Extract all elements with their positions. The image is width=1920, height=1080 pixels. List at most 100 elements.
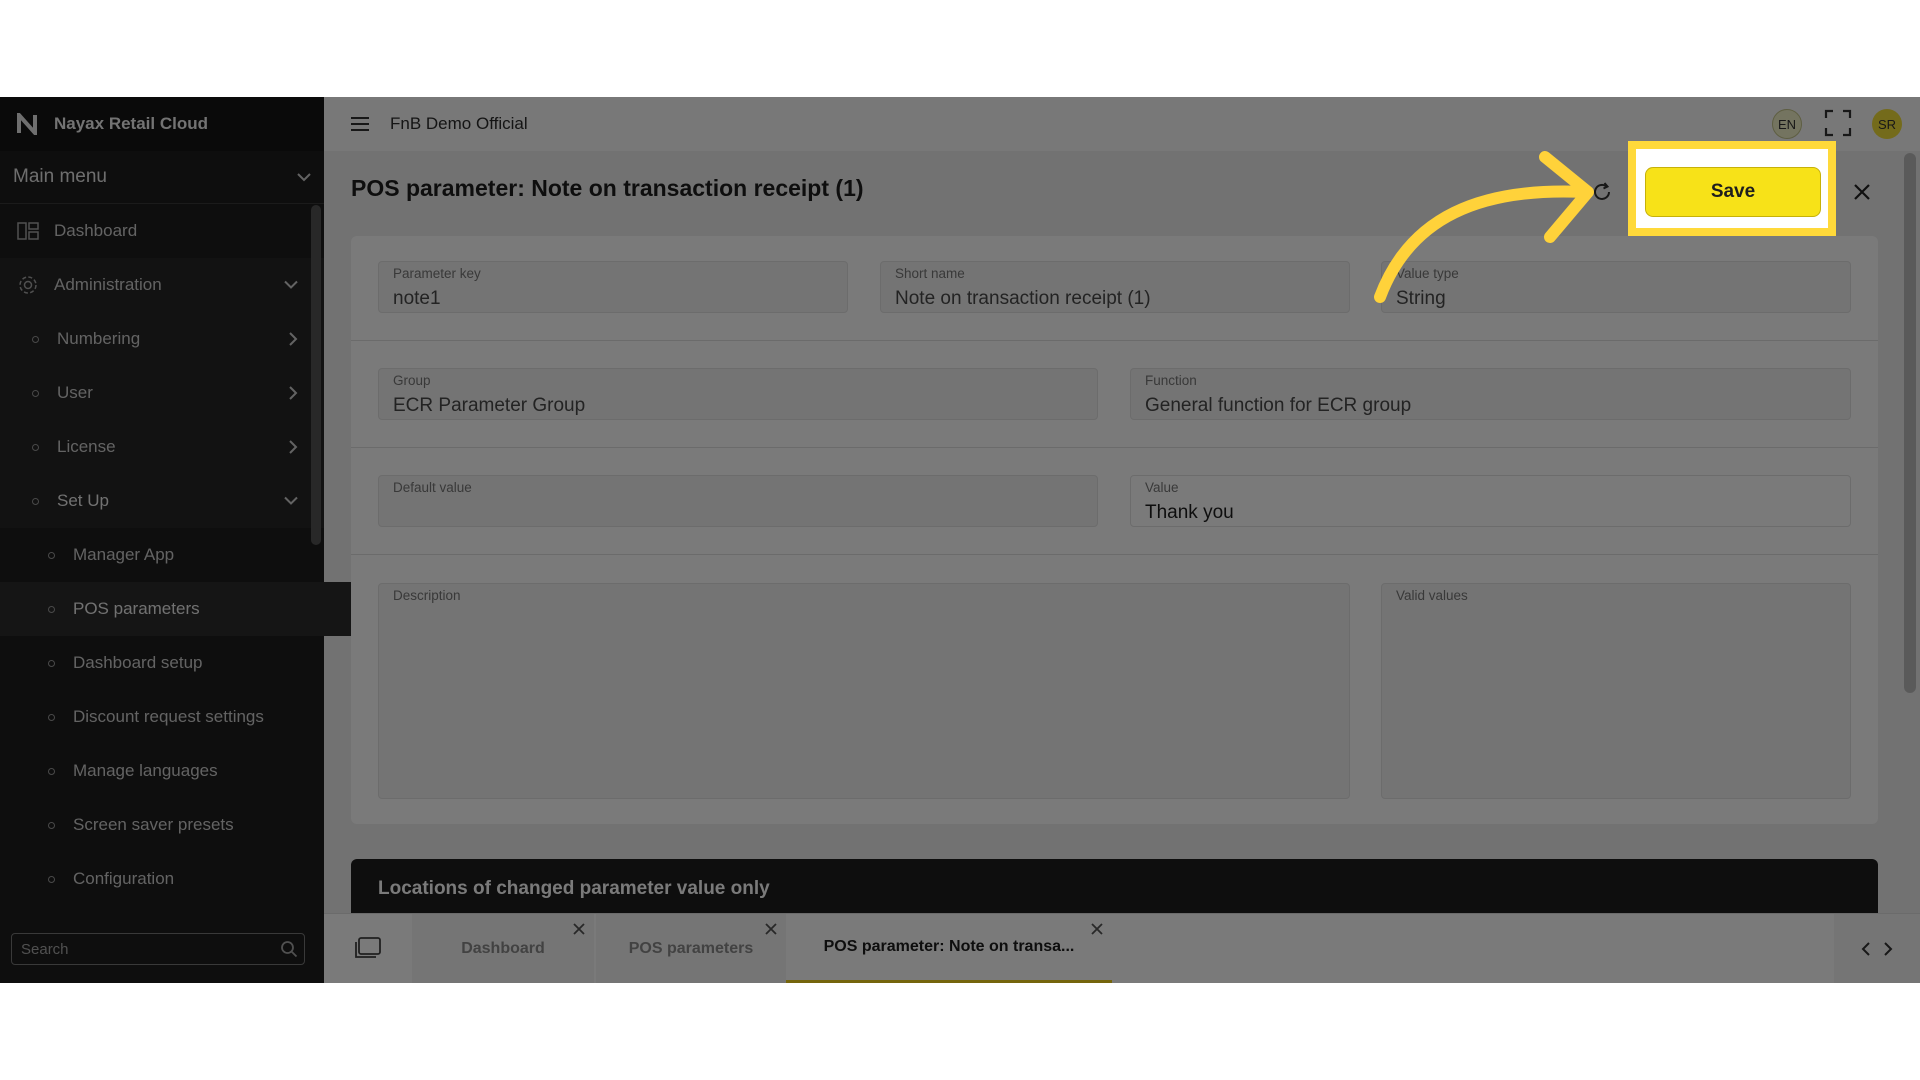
- form-divider: [351, 340, 1878, 341]
- function-field[interactable]: Function General function for ECR group: [1130, 368, 1851, 420]
- tab-dashboard[interactable]: Dashboard: [412, 914, 594, 983]
- chevron-down-icon: [284, 280, 298, 289]
- gear-icon: [19, 276, 37, 294]
- form-divider: [351, 447, 1878, 448]
- sidebar-item-manager-app[interactable]: Manager App: [0, 528, 324, 582]
- description-field[interactable]: Description: [378, 583, 1350, 799]
- main-scrollbar[interactable]: [1904, 153, 1916, 693]
- sidebar-item-discount-request-settings[interactable]: Discount request settings: [0, 690, 324, 744]
- field-label: Function: [1145, 373, 1197, 388]
- main-menu-label: Main menu: [13, 166, 107, 187]
- close-tab-icon[interactable]: [764, 922, 778, 936]
- fullscreen-icon[interactable]: [1824, 109, 1852, 137]
- locations-section-header: Locations of changed parameter value onl…: [351, 859, 1878, 919]
- sidebar-scrollbar[interactable]: [311, 205, 321, 545]
- sidebar-item-pos-parameters[interactable]: POS parameters: [0, 582, 358, 636]
- chevron-down-icon: [297, 173, 311, 182]
- app-window: Nayax Retail Cloud Main menu Dashboard A…: [0, 97, 1920, 983]
- chevron-right-icon: [289, 440, 298, 454]
- field-label: Description: [393, 588, 461, 603]
- tab-pos-parameters[interactable]: POS parameters: [596, 914, 786, 983]
- sidebar-item-license[interactable]: License: [0, 420, 324, 474]
- value-input[interactable]: Value Thank you: [1130, 475, 1851, 527]
- bullet-icon: [32, 389, 39, 397]
- sidebar-item-label: Manager App: [73, 545, 175, 564]
- sidebar-item-numbering[interactable]: Numbering: [0, 312, 324, 366]
- field-value: General function for ECR group: [1145, 395, 1412, 416]
- bullet-icon: [32, 443, 39, 451]
- field-value: Note on transaction receipt (1): [895, 288, 1151, 309]
- bullet-icon: [48, 605, 55, 613]
- sidebar-item-administration[interactable]: Administration: [0, 258, 324, 312]
- sidebar-item-label: Configuration: [73, 869, 175, 888]
- field-value: ECR Parameter Group: [393, 395, 586, 416]
- chevron-down-icon: [284, 496, 298, 505]
- short-name-field[interactable]: Short name Note on transaction receipt (…: [880, 261, 1350, 313]
- group-field[interactable]: Group ECR Parameter Group: [378, 368, 1098, 420]
- sidebar-item-label: Numbering: [57, 329, 141, 348]
- tab-pos-parameter-note[interactable]: POS parameter: Note on transa...: [786, 914, 1112, 983]
- sidebar-item-dashboard[interactable]: Dashboard: [0, 204, 324, 258]
- dashboard-icon: [17, 222, 39, 240]
- company-name: FnB Demo Official: [390, 114, 528, 133]
- windows-icon[interactable]: [354, 936, 382, 960]
- sidebar-item-label: License: [57, 437, 116, 456]
- sidebar-item-label: User: [57, 383, 93, 402]
- user-avatar[interactable]: SR: [1872, 109, 1902, 139]
- sidebar-item-set-up[interactable]: Set Up: [0, 474, 324, 528]
- chevron-left-icon[interactable]: [1861, 941, 1871, 957]
- chevron-right-icon: [289, 386, 298, 400]
- chevron-right-icon[interactable]: [1883, 941, 1893, 957]
- bullet-icon: [48, 713, 55, 721]
- sidebar-item-manage-languages[interactable]: Manage languages: [0, 744, 324, 798]
- sidebar-item-label: Set Up: [57, 491, 109, 510]
- close-tab-icon[interactable]: [572, 922, 586, 936]
- tab-navigation: [1834, 914, 1920, 983]
- main-menu-toggle[interactable]: Main menu: [0, 151, 324, 204]
- chevron-right-icon: [289, 332, 298, 346]
- valid-values-field[interactable]: Valid values: [1381, 583, 1851, 799]
- sidebar-item-label: Screen saver presets: [73, 815, 234, 834]
- sidebar-item-label: Administration: [54, 275, 162, 294]
- close-icon[interactable]: [1850, 180, 1874, 204]
- sidebar-search-input[interactable]: Search: [11, 933, 305, 965]
- sidebar-item-label: POS parameters: [73, 599, 200, 618]
- field-label: Group: [393, 373, 431, 388]
- hamburger-menu-icon[interactable]: [348, 112, 372, 136]
- sidebar-item-label: Manage languages: [73, 761, 218, 780]
- close-tab-icon[interactable]: [1090, 922, 1104, 936]
- parameter-key-field[interactable]: Parameter key note1: [378, 261, 848, 313]
- sidebar-item-label: Discount request settings: [73, 707, 264, 726]
- open-tabs-bar: Dashboard POS parameters POS parameter: …: [324, 913, 1920, 983]
- field-label: Parameter key: [393, 266, 481, 281]
- sidebar-item-configuration[interactable]: Configuration: [0, 852, 324, 906]
- page-title: POS parameter: Note on transaction recei…: [351, 175, 864, 201]
- sidebar-item-label: Dashboard: [54, 221, 138, 240]
- sidebar-item-dashboard-setup[interactable]: Dashboard setup: [0, 636, 324, 690]
- tab-label: POS parameter: Note on transa...: [823, 938, 1075, 955]
- default-value-field[interactable]: Default value: [378, 475, 1098, 527]
- search-icon: [281, 941, 298, 958]
- sidebar: Nayax Retail Cloud Main menu Dashboard A…: [0, 97, 358, 983]
- bullet-icon: [32, 497, 39, 505]
- sidebar-item-screen-saver-presets[interactable]: Screen saver presets: [0, 798, 324, 852]
- field-label: Short name: [895, 266, 965, 281]
- bullet-icon: [48, 551, 55, 559]
- field-value: Thank you: [1145, 502, 1234, 523]
- tab-label: POS parameters: [628, 940, 754, 957]
- app-name: Nayax Retail Cloud: [54, 114, 208, 133]
- nayax-logo-icon: [17, 113, 37, 135]
- bullet-icon: [48, 767, 55, 775]
- language-button[interactable]: EN: [1772, 109, 1802, 139]
- bullet-icon: [32, 335, 39, 343]
- bullet-icon: [48, 821, 55, 829]
- field-label: Valid values: [1396, 588, 1468, 603]
- sidebar-item-label: Dashboard setup: [73, 653, 203, 672]
- bullet-icon: [48, 875, 55, 883]
- save-button[interactable]: Save: [1645, 167, 1821, 217]
- search-placeholder: Search: [21, 940, 69, 958]
- pointer-arrow-icon: [1374, 151, 1594, 303]
- field-label: Default value: [393, 480, 472, 495]
- sidebar-item-user[interactable]: User: [0, 366, 324, 420]
- form-divider: [351, 554, 1878, 555]
